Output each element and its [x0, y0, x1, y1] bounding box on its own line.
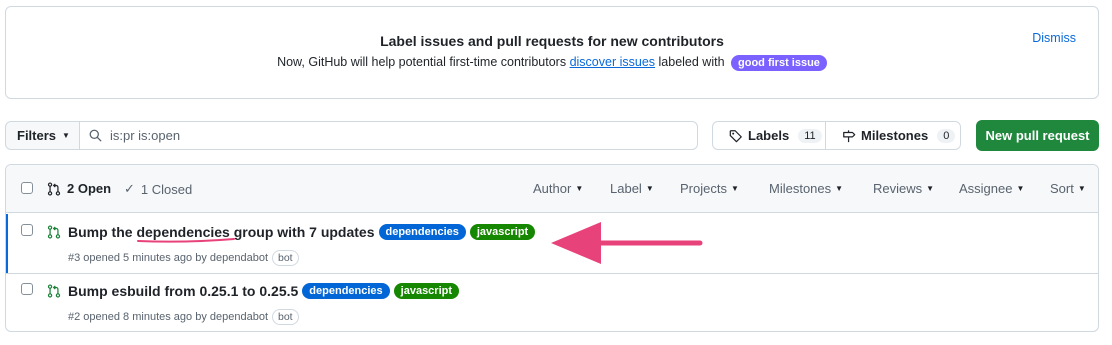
tag-icon	[729, 129, 742, 142]
caret-down-icon: ▼	[575, 184, 584, 193]
pr-meta: #2 opened 8 minutes ago by dependabot bo…	[68, 309, 299, 325]
banner-desc-mid: labeled with	[658, 55, 725, 69]
milestones-count: 0	[937, 128, 956, 143]
filters-button[interactable]: Filters ▼	[5, 121, 80, 150]
reviews-filter[interactable]: Reviews ▼	[873, 181, 934, 196]
pr-title-line: Bump esbuild from 0.25.1 to 0.25.5 depen…	[68, 283, 460, 299]
search-icon	[89, 129, 102, 142]
new-contributors-banner: Label issues and pull requests for new c…	[5, 6, 1099, 99]
caret-down-icon: ▼	[926, 184, 935, 193]
projects-label: Projects	[680, 181, 727, 196]
caret-down-icon: ▼	[62, 131, 70, 140]
open-filter-tab[interactable]: 2 Open	[47, 181, 111, 196]
assignee-filter[interactable]: Assignee ▼	[959, 181, 1024, 196]
pr-title-link[interactable]: Bump the dependencies group with 7 updat…	[68, 224, 375, 240]
label-label: Label	[610, 181, 642, 196]
check-icon: ✓	[124, 181, 135, 196]
open-pull-request-icon	[47, 284, 61, 298]
pr-meta: #3 opened 5 minutes ago by dependabot bo…	[68, 250, 299, 266]
pr-meta-text: #2 opened 8 minutes ago by dependabot	[68, 311, 268, 323]
pull-request-list: 2 Open ✓ 1 Closed Author ▼ Label ▼ Project…	[5, 164, 1099, 332]
label-dependencies[interactable]: dependencies	[378, 224, 466, 240]
filters-label: Filters	[17, 128, 57, 143]
milestones-filter-label: Milestones	[769, 181, 832, 196]
label-dependencies[interactable]: dependencies	[302, 283, 390, 299]
milestone-icon	[843, 129, 856, 142]
milestones-button[interactable]: Milestones 0	[825, 121, 961, 150]
bot-badge: bot	[272, 309, 299, 325]
open-count-label: 2 Open	[67, 181, 112, 196]
bot-badge: bot	[272, 250, 299, 266]
caret-down-icon: ▼	[1077, 184, 1086, 193]
closed-count-label: 1 Closed	[140, 181, 193, 197]
discover-issues-link[interactable]: discover issues	[570, 55, 655, 69]
assignee-label: Assignee	[959, 181, 1013, 196]
pr-title-highlight: dependencies	[136, 224, 230, 240]
sort-label: Sort	[1050, 181, 1074, 196]
pr-title-link[interactable]: Bump esbuild from 0.25.1 to 0.25.5	[68, 283, 298, 299]
milestones-label: Milestones	[861, 128, 929, 143]
select-all-checkbox[interactable]	[21, 182, 33, 194]
search-input[interactable]	[110, 128, 670, 143]
label-javascript[interactable]: javascript	[469, 224, 536, 240]
row-checkbox[interactable]	[21, 283, 33, 295]
banner-title: Label issues and pull requests for new c…	[380, 33, 724, 49]
pr-title-line: Bump the dependencies group with 7 updat…	[68, 224, 536, 240]
author-filter[interactable]: Author ▼	[533, 181, 583, 196]
reviews-label: Reviews	[873, 181, 923, 196]
label-javascript[interactable]: javascript	[393, 283, 460, 299]
list-header: 2 Open ✓ 1 Closed Author ▼ Label ▼ Project…	[6, 165, 1098, 213]
labels-button[interactable]: Labels 11	[712, 121, 826, 150]
projects-filter[interactable]: Projects ▼	[680, 181, 739, 196]
new-pull-request-button[interactable]: New pull request	[976, 120, 1099, 151]
caret-down-icon: ▼	[835, 184, 844, 193]
closed-filter-tab[interactable]: ✓ 1 Closed	[124, 181, 192, 197]
caret-down-icon: ▼	[730, 184, 739, 193]
list-item: Bump the dependencies group with 7 updat…	[6, 214, 1098, 274]
dismiss-button[interactable]: Dismiss	[1032, 31, 1076, 45]
pr-title-prefix: Bump the	[68, 224, 133, 240]
caret-down-icon: ▼	[1016, 184, 1025, 193]
pr-title-suffix: group with 7 updates	[233, 224, 375, 240]
labels-count: 11	[798, 128, 822, 143]
sort-filter[interactable]: Sort ▼	[1050, 181, 1086, 196]
search-field[interactable]	[79, 121, 698, 150]
pr-meta-text: #3 opened 5 minutes ago by dependabot	[68, 252, 268, 264]
row-checkbox[interactable]	[21, 224, 33, 236]
caret-down-icon: ▼	[645, 184, 654, 193]
banner-description: Now, GitHub will help potential first-ti…	[6, 55, 1098, 71]
pull-request-icon	[47, 181, 61, 196]
good-first-issue-badge: good first issue	[731, 55, 827, 71]
banner-desc-prefix: Now, GitHub will help potential first-ti…	[277, 55, 567, 69]
milestones-filter[interactable]: Milestones ▼	[769, 181, 843, 196]
labels-label: Labels	[748, 128, 790, 143]
label-filter[interactable]: Label ▼	[610, 181, 654, 196]
author-label: Author	[533, 181, 572, 196]
list-item: Bump esbuild from 0.25.1 to 0.25.5 depen…	[6, 275, 1098, 331]
open-pull-request-icon	[47, 225, 61, 239]
